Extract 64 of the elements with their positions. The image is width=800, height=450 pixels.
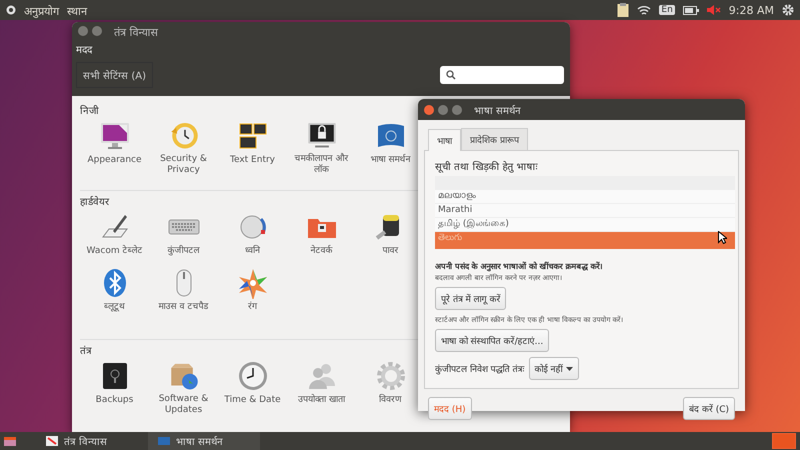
settings-item[interactable]: Time & Date [218, 360, 287, 416]
settings-item[interactable]: कुंजीपटल [149, 211, 218, 267]
maximize-button[interactable] [452, 104, 462, 114]
language-row[interactable]: മലയാളം [435, 190, 735, 203]
input-method-label: कुंजीपटल निवेश पद्धति तंत्रः [435, 363, 525, 375]
menu-item[interactable]: मदद [72, 40, 570, 58]
list-label: सूची तथा खिड़की हेतु भाषाः [435, 160, 538, 173]
panel-menu[interactable]: स्थान [67, 2, 87, 18]
taskbar-item[interactable]: तंत्र विन्यास [36, 432, 148, 450]
settings-item[interactable]: भाषा समर्थन [356, 120, 425, 176]
settings-icon[interactable] [782, 4, 794, 16]
volume-icon[interactable] [706, 5, 721, 15]
close-button[interactable] [78, 26, 88, 36]
all-settings-button[interactable]: सभी सेटिंग्स (A) [76, 62, 154, 88]
close-button[interactable]: बंद करें (C) [682, 397, 735, 420]
section-title: तंत्र [80, 344, 92, 357]
settings-item[interactable]: Security & Privacy [149, 120, 218, 176]
clipboard-icon[interactable] [617, 3, 630, 17]
install-button[interactable]: भाषा को संस्थापित करें/हटाएं... [435, 329, 550, 352]
wifi-icon[interactable] [637, 4, 652, 16]
clock[interactable]: 9:28 AM [728, 4, 774, 16]
settings-item[interactable]: रंग [218, 267, 287, 323]
settings-item[interactable]: Text Entry [218, 120, 287, 176]
settings-item[interactable]: माउस व टचपैड [149, 267, 218, 323]
settings-item[interactable]: Appearance [80, 120, 149, 176]
tab[interactable]: प्रादेशिक प्रारूप [461, 128, 528, 150]
clock-icon [236, 360, 268, 392]
settings-item[interactable]: ब्लूटूथ [80, 267, 149, 323]
search-icon [446, 70, 456, 80]
close-button[interactable] [424, 104, 434, 114]
section-title: निजी [80, 104, 99, 117]
color-star-icon [236, 267, 268, 299]
gear-icon [374, 360, 406, 392]
apply-button[interactable]: पूरे तंत्र में लागू करें [435, 287, 506, 310]
window-title: भाषा समर्थन [474, 104, 522, 116]
settings-item[interactable]: Backups [80, 360, 149, 416]
caret-icon [566, 366, 574, 370]
workspace-switcher[interactable] [772, 433, 796, 449]
settings-item[interactable]: नेटवर्क [287, 211, 356, 267]
panel-menu[interactable]: अनुप्रयोग [24, 2, 59, 18]
settings-item[interactable]: ध्वनि [218, 211, 287, 267]
settings-app-icon [46, 435, 58, 447]
language-row[interactable]: Marathi [435, 204, 735, 217]
window-title: तंत्र विन्यास [114, 24, 158, 38]
input-method-dropdown[interactable]: कोई नहीं [528, 357, 580, 380]
mouse-pointer-icon [718, 231, 727, 244]
hint-text: अपनी पसंद के अनुसार भाषाओं को खींचकर क्रमबद्ध करें। [435, 260, 602, 271]
search-field[interactable] [440, 66, 564, 84]
settings-item[interactable]: चमकीलापन और लॉक [287, 120, 356, 176]
logo-icon[interactable] [6, 5, 16, 15]
settings-item[interactable]: विवरण [356, 360, 425, 416]
monitor-icon [98, 120, 130, 152]
minimize-button[interactable] [92, 26, 102, 36]
flag-icon [158, 435, 170, 447]
keyboard-layout-indicator[interactable]: En [659, 5, 675, 15]
settings-item[interactable]: Software & Updates [149, 360, 218, 416]
language-row[interactable]: தமிழ் (இலங்கை) [435, 218, 735, 231]
settings-item[interactable]: Wacom टेब्लेट [80, 211, 149, 267]
section-title: हार्डवेयर [80, 195, 109, 208]
battery-icon[interactable] [682, 6, 699, 14]
settings-item[interactable]: उपयोक्ता खाता [287, 360, 356, 416]
tab[interactable]: भाषा [428, 129, 461, 151]
taskbar-item[interactable]: भाषा समर्थन [148, 432, 260, 450]
minimize-button[interactable] [438, 104, 448, 114]
